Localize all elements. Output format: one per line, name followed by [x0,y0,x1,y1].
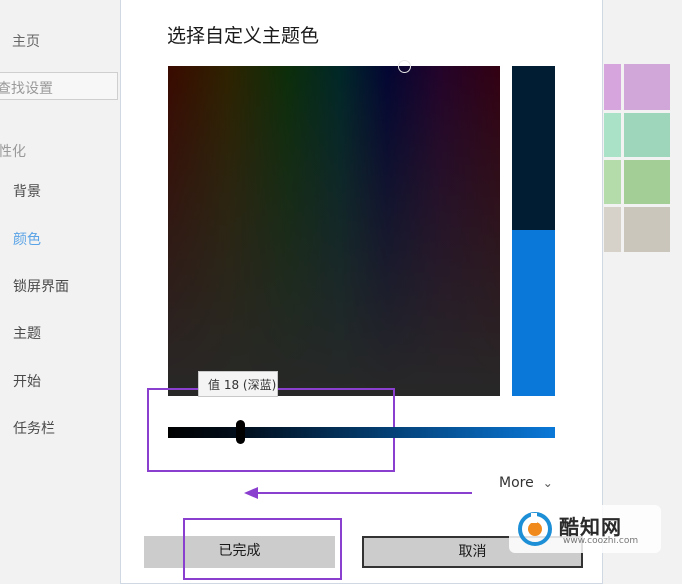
color-swatch[interactable] [624,207,670,252]
color-swatch[interactable] [624,113,670,157]
color-swatch[interactable] [604,64,621,110]
color-spectrum-picker[interactable] [168,60,500,396]
sidebar-item-taskbar[interactable]: 任务栏 [13,418,55,438]
search-input[interactable]: 查找设置 [0,72,118,100]
sidebar-item-themes[interactable]: 主题 [13,323,41,343]
sidebar-item-lock-screen[interactable]: 锁屏界面 [13,276,69,296]
custom-color-dialog: 选择自定义主题色 值 18 (深蓝) More ⌄ 已完成 取消 [120,0,603,584]
sidebar-item-start[interactable]: 开始 [13,371,41,391]
watermark-url: www.coozhi.com [563,536,639,546]
slider-value-tooltip: 值 18 (深蓝) [198,371,278,397]
brightness-slider-track[interactable] [168,427,555,438]
color-preview [512,66,555,396]
more-label: More [499,475,534,491]
search-placeholder: 查找设置 [0,81,53,97]
sidebar-item-colors[interactable]: 颜色 [13,229,41,249]
sidebar-item-home[interactable]: 主页 [12,31,40,51]
color-swatch[interactable] [604,207,621,252]
dialog-title: 选择自定义主题色 [167,25,320,47]
color-swatch[interactable] [604,113,621,157]
watermark-logo-icon [518,512,552,546]
color-swatch[interactable] [624,160,670,204]
settings-sidebar: 主页 查找设置 性化 背景 颜色 锁屏界面 主题 开始 任务栏 [0,0,120,582]
more-toggle[interactable]: More ⌄ [499,475,553,491]
chevron-down-icon: ⌄ [542,476,553,490]
section-title-personalization: 性化 [0,144,26,160]
color-swatch[interactable] [624,64,670,110]
spectrum-selector-handle[interactable] [398,60,411,73]
brightness-slider-thumb[interactable] [236,420,245,444]
annotation-arrow [244,487,472,499]
color-preview-previous [512,66,555,230]
annotation-highlight-done [183,518,342,580]
color-swatch[interactable] [604,160,621,204]
background-color-swatches [604,64,682,252]
site-watermark: 酷知网 www.coozhi.com [509,505,661,553]
color-preview-current [512,230,555,396]
sidebar-item-background[interactable]: 背景 [13,181,41,201]
